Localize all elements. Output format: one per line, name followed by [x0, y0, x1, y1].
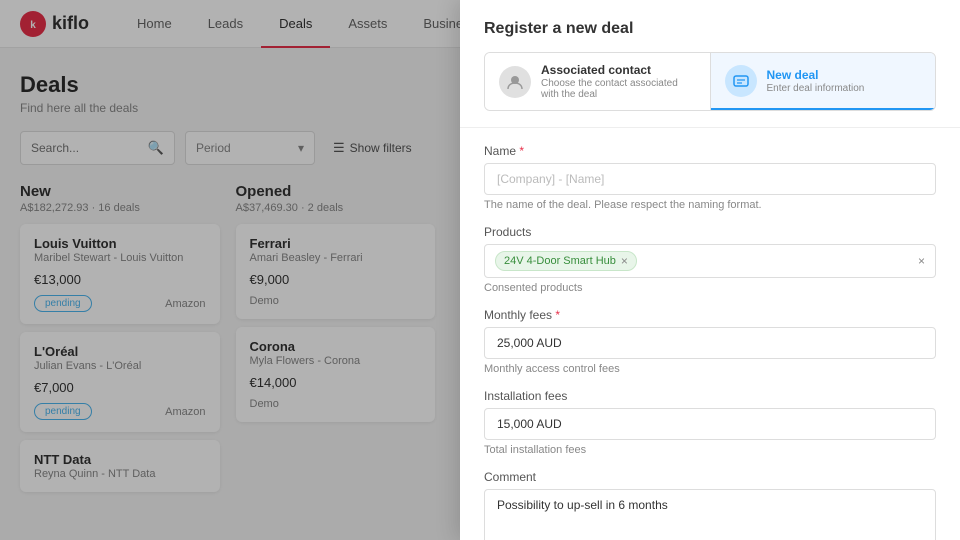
register-deal-modal: Register a new deal Associated contact C… [460, 0, 960, 540]
form-group-installation-fees: Installation fees Total installation fee… [484, 389, 936, 456]
steps: Associated contact Choose the contact as… [484, 52, 936, 111]
required-indicator: * [552, 308, 560, 322]
product-tag-text: 24V 4-Door Smart Hub [504, 255, 616, 267]
product-tag: 24V 4-Door Smart Hub × [495, 251, 637, 271]
monthly-fees-input[interactable] [484, 327, 936, 359]
monthly-fees-label: Monthly fees * [484, 308, 936, 322]
modal-title: Register a new deal [484, 20, 936, 38]
comment-label: Comment [484, 470, 936, 484]
step-desc-contact: Choose the contact associated with the d… [541, 78, 696, 100]
installation-fees-label: Installation fees [484, 389, 936, 403]
deal-icon [725, 65, 757, 97]
step-new-deal[interactable]: New deal Enter deal information [711, 53, 936, 110]
installation-fees-hint: Total installation fees [484, 444, 936, 456]
products-field[interactable]: 24V 4-Door Smart Hub × × [484, 244, 936, 278]
modal-body: Name * The name of the deal. Please resp… [460, 128, 960, 540]
step-info-contact: Associated contact Choose the contact as… [541, 63, 696, 100]
product-tag-remove[interactable]: × [621, 254, 628, 268]
products-label: Products [484, 225, 936, 239]
step-desc-deal: Enter deal information [767, 83, 865, 94]
form-group-comment: Comment Possibility to up-sell in 6 mont… [484, 470, 936, 540]
main-area: Deals Find here all the deals 🔍 Period ▾… [0, 48, 960, 540]
step-info-deal: New deal Enter deal information [767, 68, 865, 94]
form-group-name: Name * The name of the deal. Please resp… [484, 144, 936, 211]
comment-textarea[interactable]: Possibility to up-sell in 6 months [484, 489, 936, 540]
step-label-contact: Associated contact [541, 63, 696, 77]
product-tags: 24V 4-Door Smart Hub × [495, 251, 637, 271]
form-group-products: Products 24V 4-Door Smart Hub × × Consen… [484, 225, 936, 294]
name-label: Name * [484, 144, 936, 158]
installation-fees-input[interactable] [484, 408, 936, 440]
step-associated-contact[interactable]: Associated contact Choose the contact as… [485, 53, 710, 110]
name-input[interactable] [484, 163, 936, 195]
form-group-monthly-fees: Monthly fees * Monthly access control fe… [484, 308, 936, 375]
contact-icon [499, 66, 531, 98]
modal-header: Register a new deal Associated contact C… [460, 0, 960, 128]
required-indicator: * [516, 144, 524, 158]
products-hint: Consented products [484, 282, 936, 294]
name-hint: The name of the deal. Please respect the… [484, 199, 936, 211]
monthly-fees-hint: Monthly access control fees [484, 363, 936, 375]
step-label-deal: New deal [767, 68, 865, 82]
products-clear-icon[interactable]: × [918, 254, 925, 268]
